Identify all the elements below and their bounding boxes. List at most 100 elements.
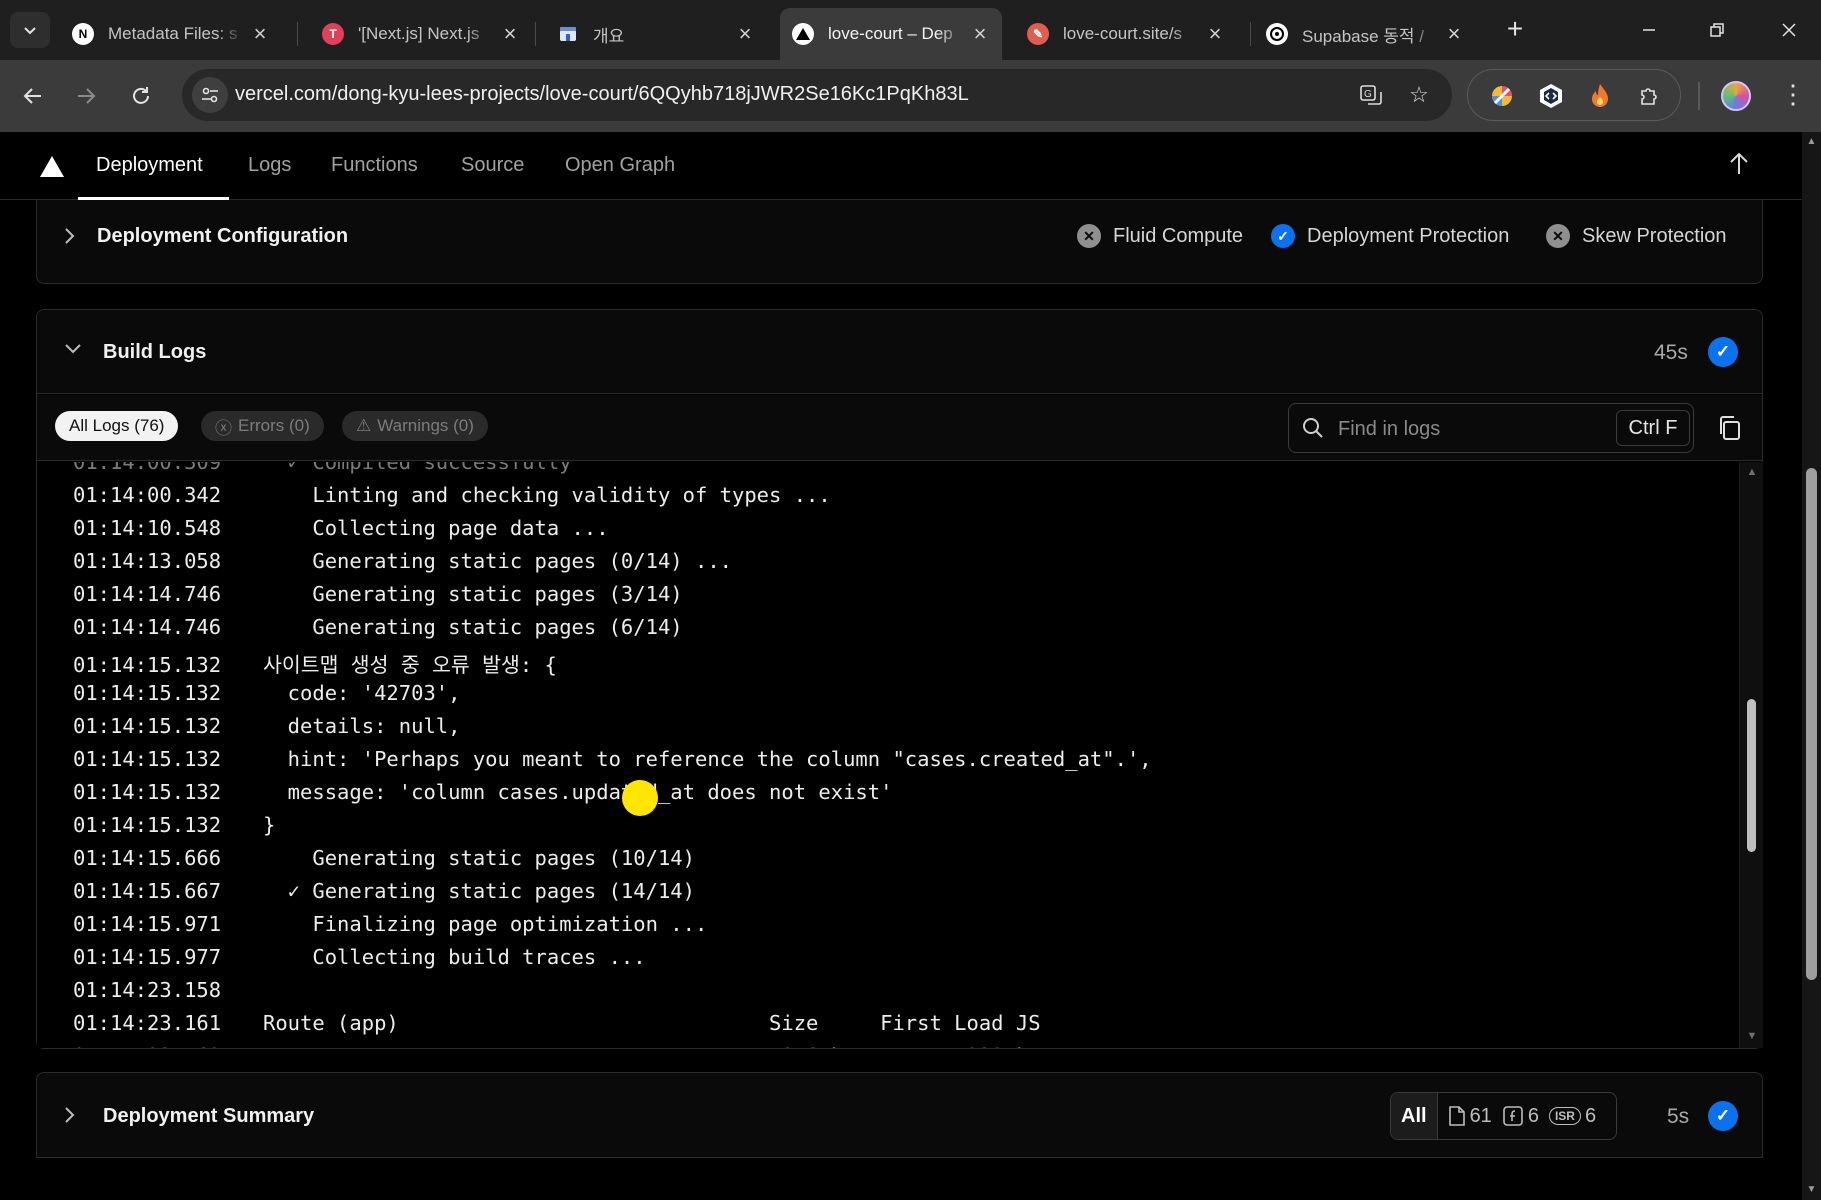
tab-open-graph[interactable]: Open Graph xyxy=(565,154,675,177)
filter-warnings[interactable]: ⚠ Warnings (0) xyxy=(342,411,488,441)
arrow-left-icon xyxy=(23,88,41,104)
restore-button[interactable] xyxy=(1694,12,1740,48)
scroll-down-arrow-icon[interactable]: ▼ xyxy=(1740,1030,1764,1042)
static-count[interactable]: 61 xyxy=(1448,1105,1492,1128)
chevron-right-icon[interactable] xyxy=(63,226,77,251)
log-line: 01:14:23.158 xyxy=(73,978,263,1011)
new-tab-button[interactable]: + xyxy=(1500,14,1530,46)
log-message: Collecting page data ... xyxy=(263,516,609,540)
deployment-summary-section[interactable]: Deployment Summary All 61 6 ISR 6 5s ✓ xyxy=(36,1072,1763,1158)
address-url[interactable]: vercel.com/dong-kyu-lees-projects/love-c… xyxy=(235,83,969,106)
x-circle-icon: ✕ xyxy=(1077,224,1101,248)
log-line: 01:14:15.132 사이트맵 생성 중 오류 발생: { xyxy=(73,648,557,681)
profile-avatar[interactable] xyxy=(1721,81,1751,111)
function-count[interactable]: 6 xyxy=(1502,1105,1539,1128)
reload-button[interactable] xyxy=(124,79,158,113)
scroll-down-arrow-icon[interactable]: ▼ xyxy=(1802,1184,1821,1195)
close-icon[interactable]: × xyxy=(500,21,520,47)
feature-label: Deployment Protection xyxy=(1307,224,1510,247)
back-button[interactable] xyxy=(16,79,50,113)
stat-value: 6 xyxy=(1584,1104,1597,1127)
log-filter-bar: All Logs (76) ⓧ Errors (0) ⚠ Warnings (0… xyxy=(37,395,1762,461)
build-logs-header[interactable]: Build Logs 45s ✓ xyxy=(37,310,1762,394)
star-icon[interactable]: ☆ xyxy=(1406,82,1432,108)
close-icon[interactable]: × xyxy=(250,21,270,47)
chevron-down-icon[interactable] xyxy=(63,340,83,361)
scrollbar-thumb[interactable] xyxy=(1747,699,1756,852)
chevron-down-icon xyxy=(24,27,36,35)
tab-title: love-court – Dep xyxy=(828,24,953,43)
address-bar[interactable]: vercel.com/dong-kyu-lees-projects/love-c… xyxy=(182,69,1452,121)
page-scrollbar[interactable]: ▲ ▼ xyxy=(1802,132,1821,1200)
reload-icon xyxy=(133,87,149,104)
log-output[interactable]: 01:14:00.309 ✓ Compiled successfully 01:1… xyxy=(37,462,1739,1048)
close-icon[interactable]: × xyxy=(970,21,990,47)
log-timestamp: 01:14:15.666 xyxy=(73,846,222,870)
log-message: details: null, xyxy=(263,714,461,738)
openai-icon xyxy=(1266,23,1288,45)
tab-source[interactable]: Source xyxy=(461,154,524,177)
log-message: ┌ ○ / 10.6 kB 238 kB xyxy=(263,1044,1041,1048)
svg-text:G: G xyxy=(1364,89,1372,100)
log-message: Linting and checking validity of types .… xyxy=(263,483,831,507)
log-timestamp: 01:14:15.977 xyxy=(73,945,222,969)
close-icon[interactable]: × xyxy=(735,21,755,47)
log-timestamp: 01:14:15.132 xyxy=(73,681,222,705)
color-picker-extension-icon[interactable] xyxy=(1488,82,1516,110)
log-timestamp: 01:14:15.132 xyxy=(73,714,222,738)
browser-tab[interactable]: T '[Next.js] Next.js × xyxy=(310,8,532,60)
browser-tab[interactable]: N Metadata Files: s × xyxy=(60,8,282,60)
log-scrollbar[interactable]: ▲ ▼ xyxy=(1739,462,1763,1048)
fire-extension-icon[interactable] xyxy=(1586,82,1614,110)
x-circle-icon: ⓧ xyxy=(215,418,232,438)
scroll-up-arrow-icon[interactable]: ▲ xyxy=(1802,136,1821,147)
close-icon[interactable]: × xyxy=(1444,21,1464,47)
vercel-logo-icon[interactable] xyxy=(40,156,64,177)
tab-functions[interactable]: Functions xyxy=(331,154,418,177)
browser-tab[interactable]: Supabase 동적 / × xyxy=(1254,8,1476,60)
scroll-top-button[interactable] xyxy=(1728,152,1750,183)
log-timestamp: 01:14:23.161 xyxy=(73,1011,222,1035)
copy-icon[interactable] xyxy=(1717,415,1743,441)
translate-icon[interactable]: G xyxy=(1358,82,1384,108)
deployment-sub-nav: Deployment Logs Functions Source Open Gr… xyxy=(0,132,1802,200)
filter-errors[interactable]: ⓧ Errors (0) xyxy=(201,411,324,441)
minimize-button[interactable] xyxy=(1626,12,1672,48)
toolbar-separator xyxy=(1698,82,1700,110)
log-line: 01:14:15.132 details: null, xyxy=(73,714,460,747)
site-info-button[interactable] xyxy=(192,77,228,113)
deployment-configuration-section[interactable]: Deployment Configuration ✕ Fluid Compute… xyxy=(36,200,1763,284)
code-extension-icon[interactable] xyxy=(1537,82,1565,110)
tab-search-button[interactable] xyxy=(10,12,50,48)
forward-button[interactable] xyxy=(69,79,103,113)
log-timestamp: 01:14:10.548 xyxy=(73,516,222,540)
browser-tab[interactable]: ✎ love-court.site/s × xyxy=(1015,8,1237,60)
log-message: Finalizing page optimization ... xyxy=(263,912,708,936)
puzzle-icon[interactable] xyxy=(1636,82,1664,110)
isr-count[interactable]: ISR 6 xyxy=(1548,1104,1597,1128)
close-icon[interactable]: × xyxy=(1205,21,1225,47)
pink-t-icon: T xyxy=(322,23,344,45)
browser-tab-active[interactable]: love-court – Dep × xyxy=(780,8,1002,60)
isr-badge: ISR xyxy=(1548,1107,1581,1125)
find-in-logs-input[interactable]: Find in logs Ctrl F xyxy=(1288,403,1694,453)
log-line: 01:14:14.746 Generating static pages (6/… xyxy=(73,615,683,648)
filter-all-logs[interactable]: All Logs (76) xyxy=(55,411,179,441)
log-timestamp: 01:14:15.667 xyxy=(73,879,222,903)
scrollbar-thumb[interactable] xyxy=(1806,468,1817,980)
tab-logs[interactable]: Logs xyxy=(248,154,291,177)
tab-title: love-court.site/s xyxy=(1063,24,1183,43)
log-message: Generating static pages (0/14) ... xyxy=(263,549,732,573)
section-title: Deployment Summary xyxy=(103,1105,315,1127)
filter-all-resources[interactable]: All xyxy=(1391,1093,1438,1139)
window-close-button[interactable] xyxy=(1766,12,1812,48)
browser-tab[interactable]: 개요 × xyxy=(545,8,767,60)
scroll-up-arrow-icon[interactable]: ▲ xyxy=(1740,466,1764,478)
check-circle-icon: ✓ xyxy=(1271,224,1295,248)
chevron-right-icon[interactable] xyxy=(63,1105,77,1130)
resource-stats: All 61 6 ISR 6 xyxy=(1390,1092,1617,1140)
more-menu-icon[interactable]: ⋮ xyxy=(1780,79,1806,113)
log-timestamp: 01:14:00.342 xyxy=(73,483,222,507)
fluid-compute-status: ✕ Fluid Compute xyxy=(1077,224,1243,248)
tab-deployment[interactable]: Deployment xyxy=(96,154,203,177)
